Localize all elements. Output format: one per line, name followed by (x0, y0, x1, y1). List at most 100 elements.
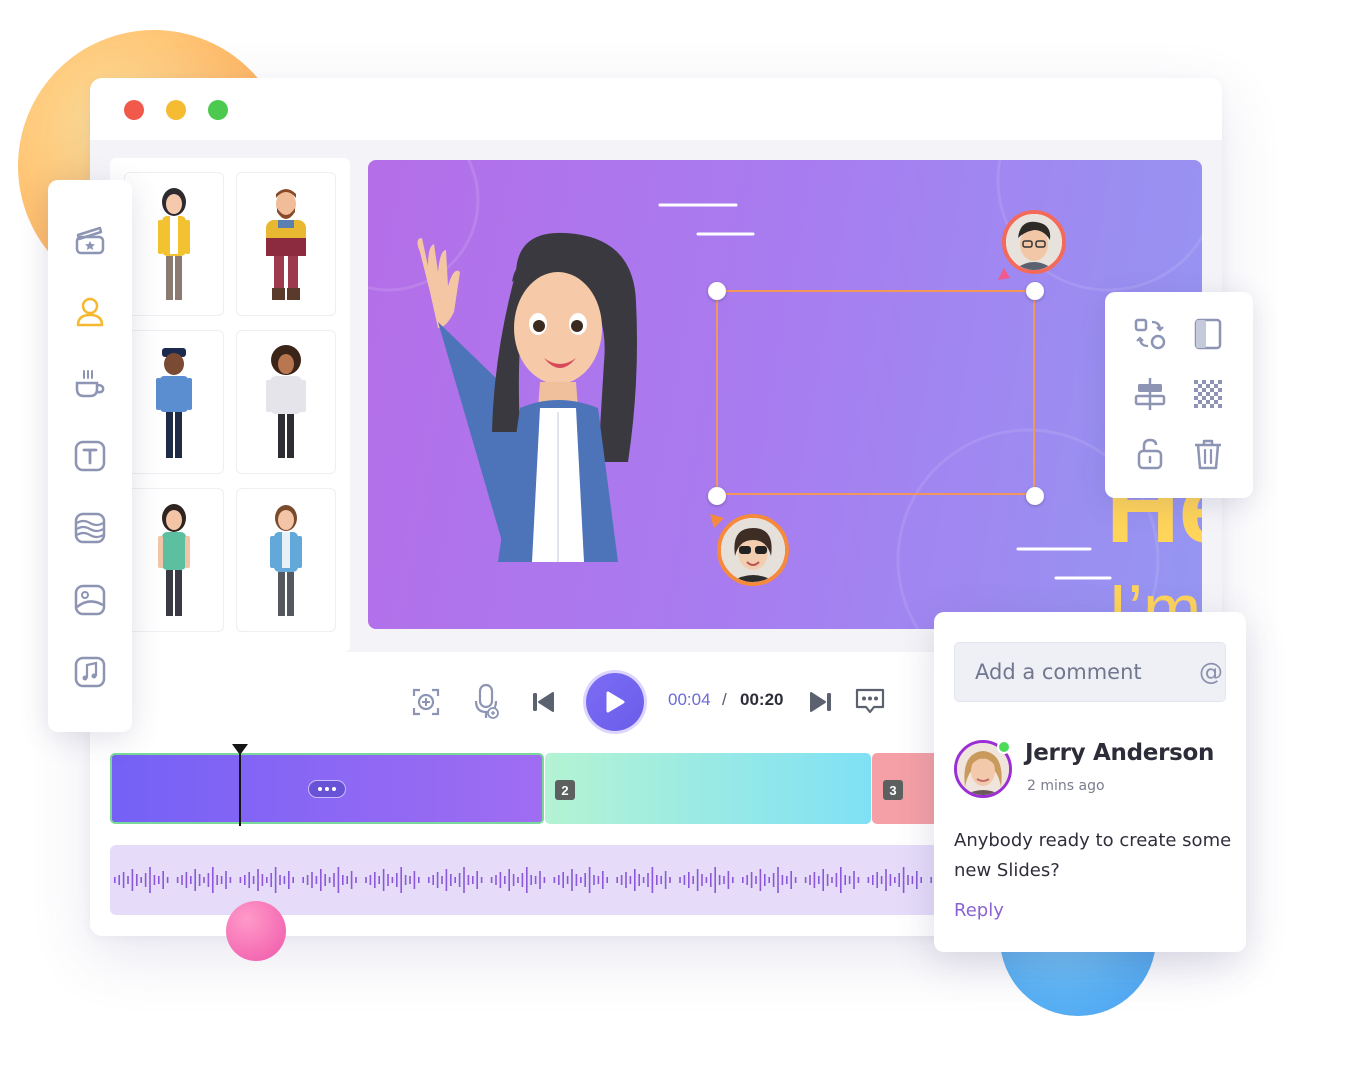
comment-timestamp: 2 mins ago (1027, 778, 1105, 794)
waveform-bar (279, 875, 281, 885)
waveform-bar (629, 876, 632, 884)
sidebar-item-scenes[interactable] (72, 222, 108, 258)
character-library (110, 158, 350, 652)
resize-handle-top-right[interactable] (1026, 282, 1044, 300)
waveform-bar (404, 875, 407, 885)
waveform-bar (907, 875, 909, 885)
waveform-bar (229, 877, 232, 883)
waveform-bar (198, 874, 201, 886)
waveform-bar (804, 877, 807, 883)
skip-back-button[interactable] (528, 688, 558, 716)
microphone-icon (474, 683, 499, 719)
flip-button[interactable] (1188, 314, 1228, 354)
microphone-button[interactable] (468, 682, 504, 722)
sidebar-item-text[interactable] (72, 438, 108, 474)
camera-focus-button[interactable] (408, 684, 444, 720)
waveform-bar (350, 871, 353, 889)
waveform-bar (418, 877, 420, 883)
close-window-button[interactable] (124, 100, 144, 120)
total-time: 00:20 (740, 690, 784, 709)
decorative-pink-circle (226, 901, 286, 961)
waveform-bar (512, 874, 515, 886)
swap-button[interactable] (1130, 314, 1170, 354)
waveform-bar (220, 876, 223, 884)
waveform-bar (244, 875, 246, 885)
waveform-bar (149, 867, 151, 893)
waveform-bar (625, 872, 627, 888)
waveform-bar (302, 877, 304, 883)
waveform-bar (257, 869, 259, 891)
character-figure-icon (156, 348, 192, 458)
waveform-bar (472, 876, 474, 884)
sidebar-item-props[interactable] (72, 366, 108, 402)
comment-body: Anybody ready to create some new Slides? (954, 830, 1232, 881)
waveform-bar (638, 874, 640, 886)
collaborator-cursor-icon (998, 268, 1010, 280)
delete-button[interactable] (1188, 434, 1228, 474)
align-center-icon (1134, 378, 1166, 410)
character-police-officer[interactable] (124, 330, 224, 474)
resize-handle-top-left[interactable] (708, 282, 726, 300)
waveform-bar (723, 876, 725, 884)
waveform-bar (566, 876, 569, 884)
waveform-bar (872, 875, 874, 885)
waveform-bar (620, 875, 623, 885)
audio-track[interactable] (110, 845, 942, 915)
waveform-bar (261, 874, 264, 886)
sidebar-item-music[interactable] (72, 654, 108, 690)
collaborator-cursor-icon (710, 514, 724, 528)
waveform-bar (911, 876, 914, 884)
clip-options-button[interactable] (308, 780, 346, 798)
comment-input[interactable] (955, 643, 1185, 701)
waveform-bar (772, 873, 775, 887)
waveform-bar (584, 873, 586, 887)
resize-handle-bottom-right[interactable] (1026, 487, 1044, 505)
character-bearded-man-sweater[interactable] (236, 172, 336, 316)
waveform-bar (495, 875, 497, 885)
timeline-playhead[interactable] (239, 752, 241, 826)
susan-character-illustration[interactable] (408, 232, 668, 629)
waveform-bar (320, 869, 322, 891)
maximize-window-button[interactable] (208, 100, 228, 120)
waveform-bar (692, 876, 694, 884)
waveform-bar (710, 873, 712, 887)
waveform-bar (333, 873, 335, 887)
character-woman-blue-cardigan[interactable] (236, 488, 336, 632)
waveform-bar (647, 873, 649, 887)
resize-handle-bottom-left[interactable] (708, 487, 726, 505)
playhead-handle[interactable] (232, 744, 248, 755)
waveform-bar (450, 874, 452, 886)
waveform-bar (382, 869, 385, 891)
waveform-bar (530, 875, 532, 885)
reply-link[interactable]: Reply (954, 900, 1004, 921)
transparency-button[interactable] (1188, 374, 1228, 414)
trash-icon (1195, 439, 1221, 470)
waveform-bar (660, 876, 662, 884)
subtitles-button[interactable] (852, 684, 888, 718)
waveform-bar (786, 876, 788, 884)
sidebar-item-images[interactable] (72, 582, 108, 618)
waveform-bar (853, 871, 855, 889)
collaborator-man-avatar[interactable] (1002, 210, 1066, 274)
waveform-bar (144, 873, 147, 887)
collaborator-woman-avatar[interactable] (717, 514, 789, 586)
waveform-bar (727, 871, 730, 889)
timeline-clip-2[interactable] (545, 753, 871, 824)
waveform-bar (664, 871, 667, 889)
sidebar-item-backgrounds[interactable] (72, 510, 108, 546)
character-woman-yellow-jacket[interactable] (124, 172, 224, 316)
character-woman-teal-top[interactable] (124, 488, 224, 632)
unlock-button[interactable] (1130, 434, 1170, 474)
minimize-window-button[interactable] (166, 100, 186, 120)
character-curly-hair-woman[interactable] (236, 330, 336, 474)
waveform-bar (696, 869, 699, 891)
play-button[interactable] (586, 673, 644, 731)
align-center-button[interactable] (1130, 374, 1170, 414)
waveform-bar (409, 876, 411, 884)
waveform-bar (283, 876, 286, 884)
skip-forward-button[interactable] (806, 688, 836, 716)
sidebar-item-characters[interactable] (72, 294, 108, 330)
mention-button[interactable]: @ (1199, 658, 1223, 686)
text-icon (74, 440, 106, 472)
layers-icon (74, 512, 106, 544)
